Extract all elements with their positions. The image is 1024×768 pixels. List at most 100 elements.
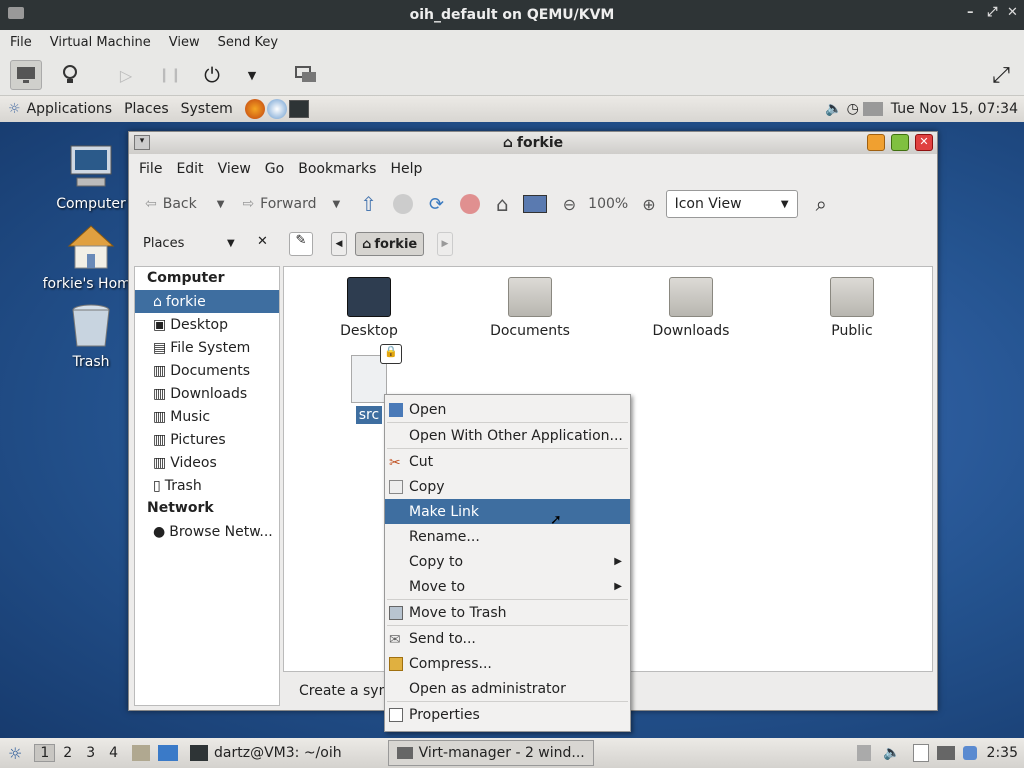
ctx-copy-to[interactable]: Copy to ▶ xyxy=(385,549,630,574)
shutdown-menu-button[interactable]: ▼ xyxy=(236,60,268,90)
distro-menu-icon[interactable]: ☼ xyxy=(8,744,22,763)
ctx-move-to-trash[interactable]: Move to Trash xyxy=(385,600,630,625)
sidebar-item-desktop[interactable]: ▣ Desktop xyxy=(135,313,279,336)
tray-network-icon[interactable] xyxy=(936,746,955,760)
close-icon[interactable]: ✕ xyxy=(1007,5,1018,20)
tray-volume-icon[interactable]: 🔈 xyxy=(883,745,900,761)
menu-help[interactable]: Help xyxy=(390,161,422,177)
menu-edit[interactable]: Edit xyxy=(176,161,203,177)
fullscreen-button[interactable]: ⤢ xyxy=(985,60,1017,90)
panel-applications[interactable]: Applications xyxy=(27,101,113,117)
path-right-icon[interactable]: ▶ xyxy=(437,232,453,256)
ctx-copy[interactable]: Copy xyxy=(385,474,630,499)
file-item-downloads[interactable]: Downloads xyxy=(631,277,751,339)
window-list-icon[interactable] xyxy=(158,745,179,761)
ctx-open-with[interactable]: Open With Other Application... xyxy=(385,423,630,448)
console-button[interactable] xyxy=(10,60,42,90)
workspace-4[interactable]: 4 xyxy=(109,745,118,761)
reload-icon[interactable]: ⟳ xyxy=(429,194,444,215)
ctx-rename[interactable]: Rename... xyxy=(385,524,630,549)
desktop-icon-home[interactable]: forkie's Home xyxy=(41,224,141,292)
pause-button[interactable]: ❙❙ xyxy=(154,60,186,90)
menu-send-key[interactable]: Send Key xyxy=(218,35,278,50)
ctx-make-link[interactable]: Make Link ➚ xyxy=(385,499,630,528)
sidebar-item-browse-network[interactable]: ● Browse Netw... xyxy=(135,520,279,543)
location-edit-icon[interactable]: ✎ xyxy=(289,232,313,256)
sidebar-item-videos[interactable]: ▥ Videos xyxy=(135,451,279,474)
ctx-cut[interactable]: ✂ Cut xyxy=(385,449,630,474)
maximize-button[interactable] xyxy=(891,134,909,151)
path-left-icon[interactable]: ◀ xyxy=(331,232,347,256)
thunderbird-icon[interactable] xyxy=(266,99,287,119)
back-dropdown-icon[interactable]: ▼ xyxy=(217,199,225,210)
network-icon[interactable] xyxy=(862,102,883,116)
maximize-icon[interactable]: ⤢ xyxy=(987,5,997,20)
menu-file[interactable]: File xyxy=(139,161,162,177)
minimize-button[interactable] xyxy=(867,134,885,151)
firefox-icon[interactable] xyxy=(244,99,265,119)
search-icon[interactable]: ⌕ xyxy=(816,192,827,216)
close-sidebar-icon[interactable]: ✕ xyxy=(257,234,268,249)
trash-button-icon[interactable] xyxy=(460,194,481,214)
menu-view[interactable]: View xyxy=(169,35,200,50)
file-item-desktop[interactable]: Desktop xyxy=(309,277,429,339)
file-item-public[interactable]: Public xyxy=(792,277,912,339)
taskbar-clock[interactable]: 2:35 xyxy=(987,745,1018,761)
details-button[interactable] xyxy=(54,60,86,90)
volume-icon[interactable]: 🔈 xyxy=(825,101,842,117)
desktop-icon-trash[interactable]: Trash xyxy=(41,302,141,370)
workspace-1[interactable]: 1 xyxy=(34,744,56,762)
tray-update-icon[interactable] xyxy=(857,745,872,761)
desktop-icon-computer[interactable]: Computer xyxy=(41,144,141,212)
ctx-open-as-admin[interactable]: Open as administrator xyxy=(385,676,630,701)
close-button[interactable]: ✕ xyxy=(915,134,933,151)
places-label[interactable]: Places xyxy=(143,236,184,251)
forward-button[interactable]: Forward xyxy=(260,196,316,212)
sidebar-item-documents[interactable]: ▥ Documents xyxy=(135,359,279,382)
computer-button-icon[interactable] xyxy=(522,195,547,213)
sidebar-item-downloads[interactable]: ▥ Downloads xyxy=(135,382,279,405)
panel-clock[interactable]: Tue Nov 15, 07:34 xyxy=(891,101,1018,117)
home-button-icon[interactable]: ⌂ xyxy=(496,192,509,216)
clock-applet-icon[interactable]: ◷ xyxy=(847,101,859,117)
minimize-icon[interactable]: – xyxy=(967,5,974,20)
sidebar-item-trash[interactable]: ▯ Trash xyxy=(135,474,279,497)
up-icon[interactable]: ⇧ xyxy=(360,192,377,216)
taskbar-terminal-window[interactable]: dartz@VM3: ~/oih xyxy=(214,745,342,761)
window-menu-icon[interactable]: ▾ xyxy=(134,135,150,150)
sidebar-item-file-system[interactable]: ▤ File System xyxy=(135,336,279,359)
fullscreen-toggle-button[interactable] xyxy=(290,60,322,90)
show-desktop-icon[interactable] xyxy=(132,745,151,761)
ctx-open[interactable]: Open xyxy=(385,397,630,422)
taskbar-virt-manager[interactable]: Virt-manager - 2 wind... xyxy=(387,740,594,766)
menu-bookmarks[interactable]: Bookmarks xyxy=(298,161,376,177)
back-button[interactable]: Back xyxy=(163,196,197,212)
menu-go[interactable]: Go xyxy=(265,161,284,177)
places-dropdown-icon[interactable]: ▼ xyxy=(227,238,235,249)
sidebar-item-music[interactable]: ▥ Music xyxy=(135,405,279,428)
terminal-launcher-icon[interactable] xyxy=(288,100,309,118)
tray-info-icon[interactable] xyxy=(962,746,977,760)
zoom-out-icon[interactable]: ⊖ xyxy=(563,195,576,214)
ctx-move-to[interactable]: Move to ▶ xyxy=(385,574,630,599)
view-mode-select[interactable]: Icon View ▼ xyxy=(665,190,798,218)
ctx-properties[interactable]: Properties xyxy=(385,702,630,727)
menu-file[interactable]: File xyxy=(10,35,32,50)
panel-places[interactable]: Places xyxy=(124,101,169,117)
shutdown-button[interactable]: ⏻ xyxy=(196,60,228,90)
workspace-3[interactable]: 3 xyxy=(86,745,95,761)
file-item-documents[interactable]: Documents xyxy=(470,277,590,339)
path-button-forkie[interactable]: ⌂ forkie xyxy=(355,232,425,256)
run-button[interactable]: ▷ xyxy=(110,60,142,90)
zoom-in-icon[interactable]: ⊕ xyxy=(642,195,655,214)
panel-system[interactable]: System xyxy=(181,101,233,117)
menu-view[interactable]: View xyxy=(218,161,251,177)
stop-icon[interactable] xyxy=(392,194,413,214)
sidebar-item-pictures[interactable]: ▥ Pictures xyxy=(135,428,279,451)
tray-clipboard-icon[interactable] xyxy=(912,744,929,762)
menu-virtual-machine[interactable]: Virtual Machine xyxy=(50,35,151,50)
sidebar-item-forkie[interactable]: ⌂ forkie xyxy=(135,290,279,313)
workspace-2[interactable]: 2 xyxy=(63,745,72,761)
forward-dropdown-icon[interactable]: ▼ xyxy=(332,199,340,210)
ctx-compress[interactable]: Compress... xyxy=(385,651,630,676)
